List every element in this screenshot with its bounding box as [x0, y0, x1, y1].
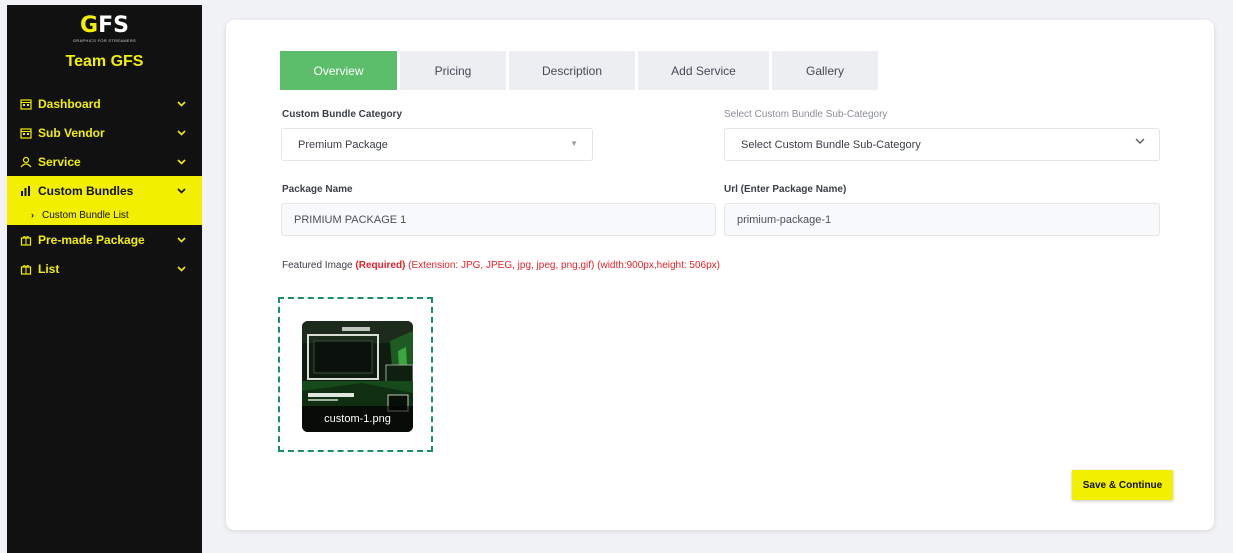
chevron-down-icon — [176, 128, 186, 138]
featured-image-thumbnail[interactable]: custom-1.png — [302, 321, 413, 432]
category-select[interactable]: Premium Package ▼ — [281, 128, 593, 161]
sidebar-menu: Dashboard Sub Vendor Service Custom Bund… — [7, 89, 202, 283]
extension-note: (Extension: JPG, JPEG, jpg, jpeg, png,gi… — [408, 260, 721, 271]
url-label: Url (Enter Package Name) — [724, 184, 847, 195]
brand-logo[interactable]: GFS GRAPHICS FOR STREAMERS — [7, 13, 202, 44]
sidebar-item-dashboard[interactable]: Dashboard — [7, 89, 202, 118]
category-label: Custom Bundle Category — [282, 109, 403, 120]
sidebar-subitem-custom-bundle-list[interactable]: › Custom Bundle List — [7, 205, 202, 225]
tab-gallery[interactable]: Gallery — [772, 51, 878, 90]
chevron-down-icon — [176, 264, 186, 274]
subcategory-select-value: Select Custom Bundle Sub-Category — [741, 138, 921, 151]
url-input[interactable]: primium-package-1 — [724, 203, 1160, 236]
logo-tagline: GRAPHICS FOR STREAMERS — [72, 38, 137, 43]
package-name-label: Package Name — [282, 184, 353, 195]
chevron-down-icon — [176, 99, 186, 109]
chevron-down-icon — [176, 235, 186, 245]
caret-down-icon: ▼ — [570, 139, 578, 148]
featured-image-label: Featured Image (Required) (Extension: JP… — [282, 260, 721, 271]
sidebar: GFS GRAPHICS FOR STREAMERS Team GFS Dash… — [7, 5, 202, 553]
tab-add-service[interactable]: Add Service — [638, 51, 769, 90]
category-select-value: Premium Package — [298, 138, 388, 151]
chevron-down-icon — [176, 186, 186, 196]
package-icon — [20, 234, 32, 246]
calendar-icon — [20, 127, 32, 139]
sidebar-item-label: Pre-made Package — [38, 232, 145, 247]
sidebar-item-custom-bundles[interactable]: Custom Bundles — [7, 176, 202, 205]
chevron-right-icon: › — [31, 210, 34, 220]
chevron-down-icon — [1135, 138, 1145, 147]
save-continue-button[interactable]: Save & Continue — [1072, 470, 1173, 500]
logo-mark: GFS — [80, 13, 129, 38]
sidebar-item-label: Service — [38, 154, 81, 169]
sidebar-item-pre-made-package[interactable]: Pre-made Package — [7, 225, 202, 254]
sidebar-item-sub-vendor[interactable]: Sub Vendor — [7, 118, 202, 147]
chart-icon — [20, 185, 32, 197]
form-tabs: Overview Pricing Description Add Service… — [280, 51, 881, 90]
bundle-form-card: Overview Pricing Description Add Service… — [226, 20, 1214, 530]
sidebar-subitem-label: Custom Bundle List — [42, 209, 129, 221]
sidebar-item-label: Custom Bundles — [38, 183, 134, 198]
package-icon — [20, 263, 32, 275]
sidebar-item-label: Sub Vendor — [38, 125, 105, 140]
sidebar-item-service[interactable]: Service — [7, 147, 202, 176]
sidebar-item-label: Dashboard — [38, 96, 101, 111]
required-badge: (Required) — [355, 260, 406, 271]
tab-pricing[interactable]: Pricing — [400, 51, 506, 90]
tab-description[interactable]: Description — [509, 51, 635, 90]
package-name-input[interactable]: PRIMIUM PACKAGE 1 — [281, 203, 716, 236]
calendar-icon — [20, 98, 32, 110]
subcategory-label: Select Custom Bundle Sub-Category — [724, 109, 888, 120]
sidebar-item-list[interactable]: List — [7, 254, 202, 283]
sidebar-item-label: List — [38, 261, 60, 276]
subcategory-select[interactable]: Select Custom Bundle Sub-Category — [724, 128, 1160, 161]
team-name: Team GFS — [65, 53, 144, 70]
image-filename: custom-1.png — [302, 406, 413, 432]
chevron-down-icon — [176, 157, 186, 167]
tab-overview[interactable]: Overview — [280, 51, 397, 90]
service-icon — [20, 156, 32, 168]
image-dropzone[interactable]: custom-1.png — [278, 297, 433, 452]
